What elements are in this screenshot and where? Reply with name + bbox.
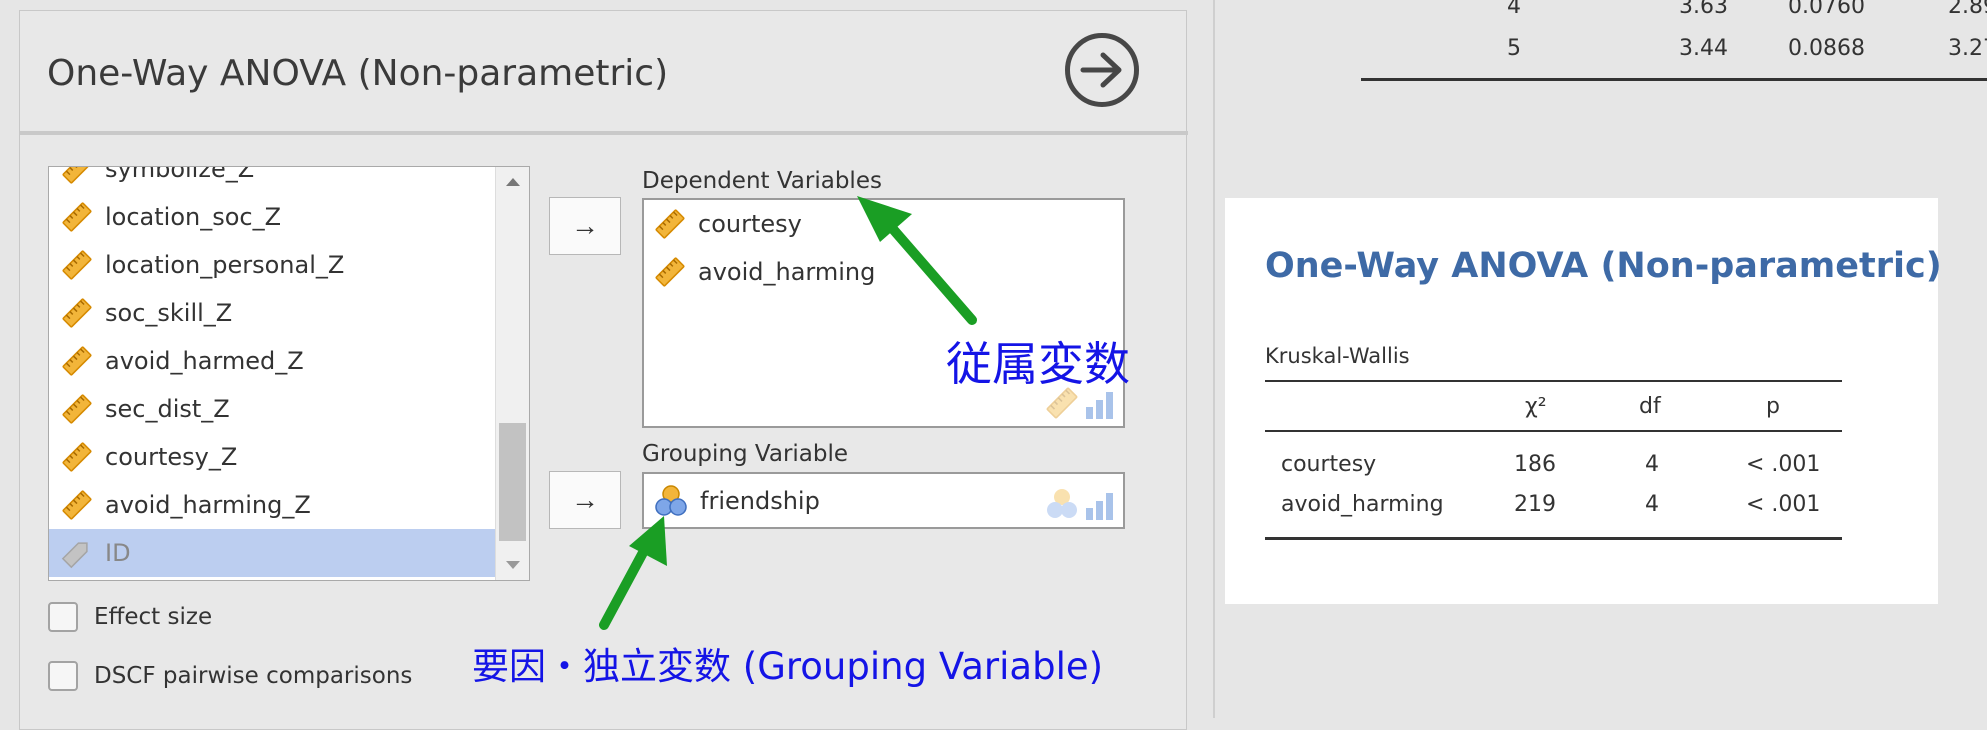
green-arrow-icon (857, 196, 977, 325)
dependent-annotation: 従属変数 (946, 337, 1130, 391)
grouping-annotation: 要因・独立変数 (Grouping Variable) (472, 645, 1104, 688)
green-arrow-icon (599, 516, 667, 630)
